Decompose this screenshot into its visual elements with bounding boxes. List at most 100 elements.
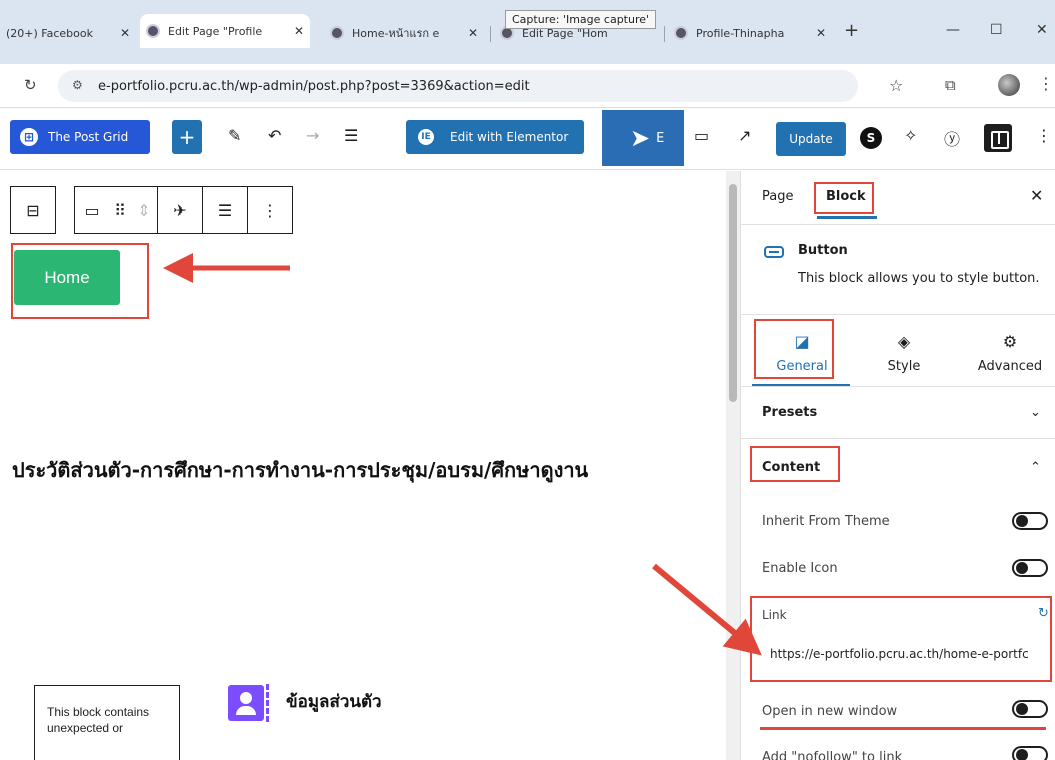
divider xyxy=(740,386,1055,387)
redo-icon[interactable]: → xyxy=(306,126,319,145)
post-grid-icon: ⊞ xyxy=(20,128,38,146)
elementor-label: Edit with Elementor xyxy=(450,130,569,144)
block-toolbar: ⊟ ▭ ⠿ ⇕ ✈ ☰ ⋮ xyxy=(10,186,293,234)
block-name: Button xyxy=(798,243,848,258)
annotation-box-home xyxy=(11,243,149,319)
button-block-icon[interactable]: ▭ xyxy=(75,201,109,220)
reload-icon[interactable]: ↻ xyxy=(24,76,37,94)
site-favicon-icon xyxy=(674,26,688,40)
align-icon[interactable]: ☰ xyxy=(203,201,247,220)
post-grid-label: The Post Grid xyxy=(48,130,129,144)
document-overview-icon[interactable]: ☰ xyxy=(344,126,358,145)
bird-icon: ➤ xyxy=(630,124,651,152)
buttons-parent-icon[interactable]: ⊟ xyxy=(11,201,55,220)
pin-icon[interactable]: ✈ xyxy=(158,201,202,220)
open-new-window-toggle[interactable] xyxy=(1012,700,1048,718)
tab-advanced[interactable]: ⚙ Advanced xyxy=(960,322,1055,386)
close-icon[interactable]: ✕ xyxy=(816,26,826,40)
tab-label: Home-หน้าแรก e xyxy=(352,27,440,40)
omnibox[interactable]: ⚙ e-portfolio.pcru.ac.th/wp-admin/post.p… xyxy=(58,70,858,102)
paint-bucket-icon: ◈ xyxy=(897,332,911,351)
url-text[interactable]: e-portfolio.pcru.ac.th/wp-admin/post.php… xyxy=(98,79,530,94)
plugin-button[interactable]: ➤ E xyxy=(602,110,684,166)
post-grid-button[interactable]: ⊞ The Post Grid xyxy=(10,120,150,154)
enable-icon-toggle[interactable] xyxy=(1012,559,1048,577)
settings-sidebar-toggle[interactable] xyxy=(984,124,1012,152)
new-tab-button[interactable]: + xyxy=(844,20,859,41)
sparkle-icon[interactable]: ✧ xyxy=(904,126,917,145)
nofollow-toggle[interactable] xyxy=(1012,746,1048,760)
presets-header[interactable]: Presets xyxy=(762,405,817,420)
scrollbar-thumb[interactable] xyxy=(729,184,737,402)
edit-with-elementor-button[interactable]: IE Edit with Elementor xyxy=(406,120,584,154)
chevron-up-icon[interactable]: ⌃ xyxy=(1030,460,1041,475)
site-favicon-icon xyxy=(146,24,160,38)
preview-icon[interactable]: ▭ xyxy=(694,126,709,145)
maximize-button[interactable]: ☐ xyxy=(990,22,1003,38)
tooltip: Capture: 'Image capture' xyxy=(505,10,657,29)
drag-handle-icon[interactable]: ⠿ xyxy=(109,201,131,220)
tab-profile[interactable]: Profile-Thinapha ✕ xyxy=(668,18,832,48)
inherit-theme-label: Inherit From Theme xyxy=(762,514,890,529)
invalid-block-warning[interactable]: This block contains unexpected or xyxy=(34,685,180,760)
site-info-icon[interactable]: ⚙ xyxy=(72,78,83,92)
elementor-icon: IE xyxy=(418,129,434,145)
undo-icon[interactable]: ↶ xyxy=(268,126,281,145)
extensions-icon[interactable]: ⧉ xyxy=(945,76,956,94)
profile-avatar[interactable] xyxy=(998,74,1020,96)
tab-separator xyxy=(490,26,491,42)
close-sidebar-icon[interactable]: ✕ xyxy=(1030,186,1043,205)
more-group: ⋮ xyxy=(248,186,293,234)
move-arrows-icon[interactable]: ⇕ xyxy=(131,201,157,220)
options-icon[interactable]: ⋮ xyxy=(1036,126,1052,145)
close-icon[interactable]: ✕ xyxy=(120,26,130,40)
open-new-window-label: Open in new window xyxy=(762,704,898,719)
tab-label: Profile-Thinapha xyxy=(696,26,785,40)
window-close-button[interactable]: ✕ xyxy=(1036,22,1048,38)
minimize-button[interactable]: — xyxy=(946,22,960,38)
chevron-down-icon[interactable]: ⌄ xyxy=(1030,405,1041,420)
annotation-box-content xyxy=(750,446,840,482)
close-icon[interactable]: ✕ xyxy=(294,24,304,38)
inherit-theme-toggle[interactable] xyxy=(1012,512,1048,530)
update-button[interactable]: Update xyxy=(776,122,846,156)
tab-block-underline xyxy=(817,216,877,219)
block-description: This block allows you to style button. xyxy=(798,271,1040,286)
button-block-icon xyxy=(764,246,784,258)
close-icon[interactable]: ✕ xyxy=(468,26,478,40)
site-favicon-icon xyxy=(330,26,344,40)
link-group: ✈ xyxy=(158,186,203,234)
bookmark-star-icon[interactable]: ☆ xyxy=(889,76,903,95)
annotation-box-link xyxy=(750,596,1052,682)
editor-toolbar: ⊞ The Post Grid + ✎ ↶ → ☰ IE Edit with E… xyxy=(0,108,1055,170)
tab-home[interactable]: Home-หน้าแรก e ✕ xyxy=(324,18,484,48)
nofollow-label: Add "nofollow" to link xyxy=(762,750,903,760)
profile-section-title[interactable]: ข้อมูลส่วนตัว xyxy=(286,688,382,715)
yoast-icon[interactable]: ⓨ xyxy=(944,126,960,150)
more-options-icon[interactable]: ⋮ xyxy=(248,201,292,220)
block-type-group: ▭ ⠿ ⇕ xyxy=(74,186,158,234)
external-link-icon[interactable]: ↗ xyxy=(738,126,751,145)
block-inserter-button[interactable]: + xyxy=(172,120,202,154)
annotation-box-general xyxy=(754,319,834,379)
divider xyxy=(740,438,1055,439)
browser-menu-icon[interactable]: ⋮ xyxy=(1038,74,1054,93)
segment-label: Advanced xyxy=(977,359,1043,374)
tab-page[interactable]: Page xyxy=(762,189,793,204)
tab-separator xyxy=(664,26,665,42)
divider xyxy=(740,314,1055,315)
gear-icon: ⚙ xyxy=(1002,332,1018,351)
pen-icon[interactable]: ✎ xyxy=(228,126,241,145)
divider xyxy=(740,224,1055,225)
annotation-underline xyxy=(760,727,1046,730)
annotation-box-block-tab xyxy=(814,182,874,214)
tab-label: Edit Page "Profile xyxy=(168,24,263,38)
profile-user-icon xyxy=(228,685,264,721)
tab-facebook[interactable]: (20+) Facebook ✕ xyxy=(0,18,136,48)
plugin-label: E xyxy=(656,130,665,146)
tab-style[interactable]: ◈ Style xyxy=(854,322,954,386)
tab-edit-page-profile[interactable]: Edit Page "Profile ✕ xyxy=(140,14,310,48)
s-plugin-button[interactable]: S xyxy=(860,127,882,149)
toolbar-gap xyxy=(56,186,74,234)
section-heading[interactable]: ประวัติส่วนตัว-การศึกษา-การทำงาน-การประช… xyxy=(12,454,716,486)
